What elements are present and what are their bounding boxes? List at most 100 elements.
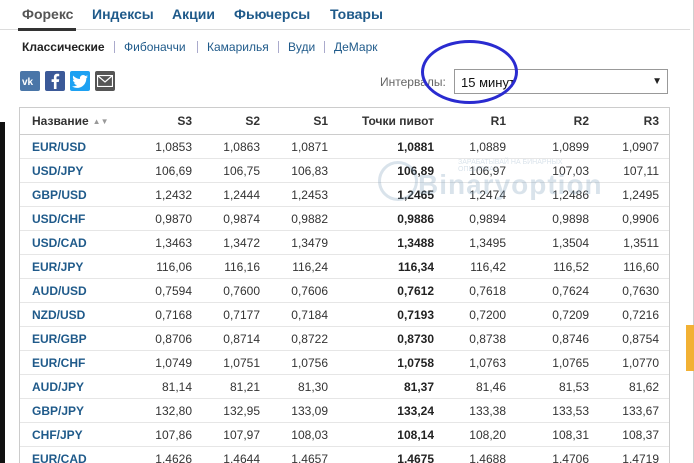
table-row: CHF/JPY 107,86 107,97 108,03 108,14 108,20 108…	[20, 422, 669, 447]
column-header-name[interactable]: Название ▲▼	[20, 108, 144, 135]
pair-link[interactable]: AUD/USD	[20, 278, 144, 303]
value-cell: 1,4719	[599, 446, 669, 463]
pair-link[interactable]: CHF/JPY	[20, 422, 144, 447]
value-cell: 107,86	[144, 422, 202, 447]
pair-link[interactable]: USD/JPY	[20, 158, 144, 183]
value-cell: 1,0765	[516, 350, 599, 375]
subnav-separator	[278, 41, 279, 53]
tab-forex[interactable]: Форекс	[22, 6, 73, 22]
value-cell: 0,8706	[144, 326, 202, 351]
value-cell: 1,3463	[144, 230, 202, 255]
twitter-share-button[interactable]	[70, 71, 90, 91]
value-cell: 1,2486	[516, 182, 599, 207]
pivot-points-table: Название ▲▼ S3 S2 S1 Точки пивот R1 R2 R3…	[19, 107, 670, 463]
pivot-cell: 0,9886	[338, 206, 444, 231]
facebook-share-button[interactable]	[45, 71, 65, 91]
value-cell: 81,30	[270, 374, 338, 399]
market-tabs: Форекс Индексы Акции Фьючерсы Товары	[0, 0, 690, 31]
pivot-cell: 108,14	[338, 422, 444, 447]
value-cell: 0,8754	[599, 326, 669, 351]
value-cell: 108,20	[444, 422, 516, 447]
value-cell: 1,2432	[144, 182, 202, 207]
column-header-r2: R2	[516, 108, 599, 135]
table-header-row: Название ▲▼ S3 S2 S1 Точки пивот R1 R2 R3	[20, 108, 669, 135]
pivot-cell: 1,0881	[338, 134, 444, 159]
pivot-cell: 133,24	[338, 398, 444, 423]
value-cell: 0,9870	[144, 206, 202, 231]
pivot-cell: 0,7193	[338, 302, 444, 327]
pair-link[interactable]: GBP/USD	[20, 182, 144, 207]
pair-link[interactable]: EUR/USD	[20, 134, 144, 159]
pair-link[interactable]: AUD/JPY	[20, 374, 144, 399]
tabs-divider	[0, 29, 690, 30]
left-edge-strip	[0, 122, 5, 463]
interval-label: Интервалы:	[380, 75, 446, 89]
subnav-camarilla[interactable]: Камарилья	[207, 40, 269, 54]
pair-link[interactable]: EUR/JPY	[20, 254, 144, 279]
twitter-icon	[72, 74, 88, 88]
subnav-separator	[114, 41, 115, 53]
pair-link[interactable]: EUR/CHF	[20, 350, 144, 375]
value-cell: 107,11	[599, 158, 669, 183]
right-edge-accent	[686, 325, 694, 371]
column-header-s3: S3	[144, 108, 202, 135]
pivot-cell: 1,0758	[338, 350, 444, 375]
email-share-button[interactable]	[95, 71, 115, 91]
value-cell: 116,60	[599, 254, 669, 279]
subnav-classic[interactable]: Классические	[22, 40, 105, 54]
value-cell: 133,53	[516, 398, 599, 423]
value-cell: 0,8714	[202, 326, 270, 351]
value-cell: 0,7618	[444, 278, 516, 303]
svg-text:vk: vk	[22, 77, 34, 87]
value-cell: 1,4626	[144, 446, 202, 463]
vk-share-button[interactable]: vk	[20, 71, 40, 91]
value-cell: 1,0871	[270, 134, 338, 159]
pair-link[interactable]: USD/CAD	[20, 230, 144, 255]
value-cell: 1,2495	[599, 182, 669, 207]
subnav-fibonacci[interactable]: Фибоначчи	[124, 40, 186, 54]
pair-link[interactable]: EUR/CAD	[20, 446, 144, 463]
value-cell: 1,3511	[599, 230, 669, 255]
email-icon	[97, 75, 113, 87]
value-cell: 1,2444	[202, 182, 270, 207]
subnav-woodie[interactable]: Вуди	[288, 40, 315, 54]
value-cell: 107,97	[202, 422, 270, 447]
table-row: EUR/CHF 1,0749 1,0751 1,0756 1,0758 1,0763 1,0…	[20, 350, 669, 375]
pivot-cell: 1,3488	[338, 230, 444, 255]
column-header-r3: R3	[599, 108, 669, 135]
value-cell: 1,4644	[202, 446, 270, 463]
value-cell: 0,8746	[516, 326, 599, 351]
tab-indices[interactable]: Индексы	[92, 6, 154, 22]
sort-icon[interactable]: ▲▼	[93, 117, 109, 126]
value-cell: 0,7209	[516, 302, 599, 327]
table-row: AUD/JPY 81,14 81,21 81,30 81,37 81,46 81,53 81,…	[20, 374, 669, 399]
value-cell: 106,97	[444, 158, 516, 183]
subnav-demark[interactable]: ДеМарк	[334, 40, 378, 54]
value-cell: 81,46	[444, 374, 516, 399]
value-cell: 1,0770	[599, 350, 669, 375]
pair-link[interactable]: EUR/GBP	[20, 326, 144, 351]
pair-link[interactable]: USD/CHF	[20, 206, 144, 231]
pair-link[interactable]: NZD/USD	[20, 302, 144, 327]
value-cell: 1,0899	[516, 134, 599, 159]
value-cell: 132,80	[144, 398, 202, 423]
pivot-cell: 81,37	[338, 374, 444, 399]
value-cell: 1,2474	[444, 182, 516, 207]
active-tab-indicator	[18, 28, 76, 31]
value-cell: 0,7624	[516, 278, 599, 303]
column-header-s2: S2	[202, 108, 270, 135]
pair-link[interactable]: GBP/JPY	[20, 398, 144, 423]
tab-stocks[interactable]: Акции	[172, 6, 215, 22]
tab-commodities[interactable]: Товары	[330, 6, 383, 22]
table-row: GBP/JPY 132,80 132,95 133,09 133,24 133,38 133…	[20, 398, 669, 423]
value-cell: 0,9882	[270, 206, 338, 231]
tab-futures[interactable]: Фьючерсы	[234, 6, 310, 22]
value-cell: 0,9898	[516, 206, 599, 231]
table-row: USD/JPY 106,69 106,75 106,83 106,89 106,97 107…	[20, 158, 669, 183]
interval-select[interactable]: 15 минут ▼	[454, 69, 668, 94]
table-row: EUR/GBP 0,8706 0,8714 0,8722 0,8730 0,8738 0,8…	[20, 326, 669, 351]
pivot-cell: 1,4675	[338, 446, 444, 463]
value-cell: 116,24	[270, 254, 338, 279]
value-cell: 1,4706	[516, 446, 599, 463]
table-row: GBP/USD 1,2432 1,2444 1,2453 1,2465 1,2474 1,2…	[20, 182, 669, 207]
